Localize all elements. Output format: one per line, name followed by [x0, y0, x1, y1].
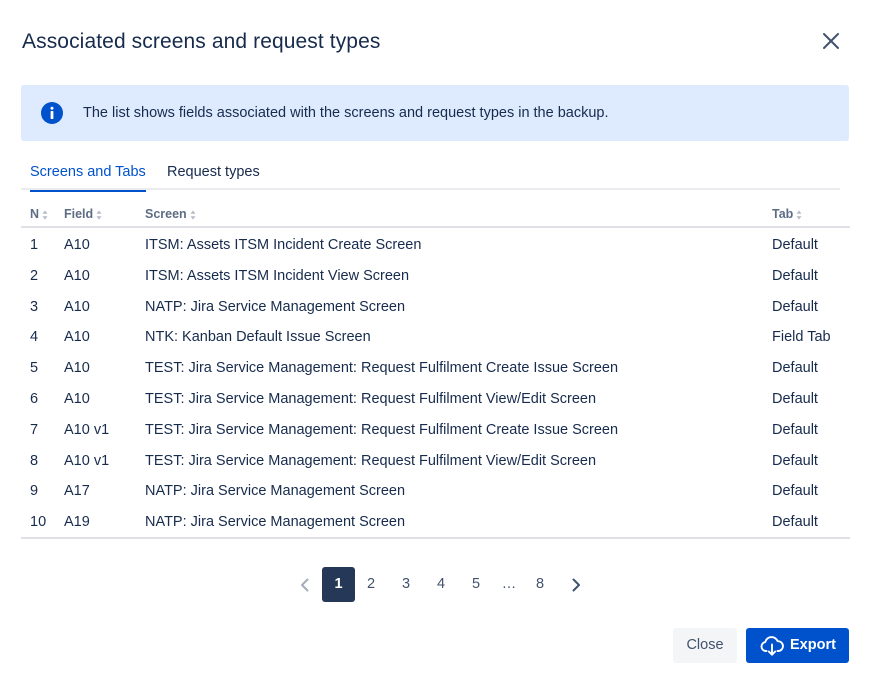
cloud-download-icon: [760, 636, 784, 656]
row-screen: NATP: Jira Service Management Screen: [145, 483, 406, 500]
row-tab: Default: [772, 514, 818, 531]
info-icon: [41, 102, 63, 124]
info-banner: The list shows fields associated with th…: [21, 85, 849, 141]
row-field: A19: [64, 514, 90, 531]
row-screen: NATP: Jira Service Management Screen: [145, 298, 406, 315]
dialog-title: Associated screens and request types: [22, 30, 381, 53]
export-button[interactable]: Export: [746, 628, 849, 663]
row-tab: Default: [772, 452, 818, 469]
row-number: 5: [30, 360, 39, 377]
table-row: 6 A10 TEST: Jira Service Management: Req…: [21, 383, 850, 414]
row-screen: NTK: Kanban Default Issue Screen: [145, 329, 371, 346]
close-icon[interactable]: [818, 28, 844, 54]
row-tab: Field Tab: [772, 329, 831, 346]
column-header-field[interactable]: Field: [64, 207, 102, 221]
row-field: A10: [64, 298, 90, 315]
chevron-left-icon[interactable]: [298, 577, 312, 593]
table-body: 1 A10 ITSM: Assets ITSM Incident Create …: [21, 228, 850, 539]
row-tab: Default: [772, 483, 818, 500]
table-row: 9 A17 NATP: Jira Service Management Scre…: [21, 475, 850, 506]
fields-table: N Field Screen Tab 1 A10 ITSM: Assets IT…: [21, 200, 850, 539]
page-4-button[interactable]: 4: [432, 567, 450, 602]
close-button[interactable]: Close: [673, 628, 737, 663]
info-text: The list shows fields associated with th…: [83, 105, 609, 121]
row-screen: TEST: Jira Service Management: Request F…: [145, 421, 619, 438]
row-field: A10: [64, 237, 90, 253]
row-number: 1: [30, 237, 39, 253]
row-number: 7: [30, 421, 39, 438]
page-1-button[interactable]: 1: [322, 567, 355, 602]
page-5-button[interactable]: 5: [467, 567, 485, 602]
row-number: 9: [30, 483, 39, 500]
table-row: 8 A10 v1 TEST: Jira Service Management: …: [21, 445, 850, 476]
table-row: 1 A10 ITSM: Assets ITSM Incident Create …: [21, 229, 850, 260]
row-screen: ITSM: Assets ITSM Incident View Screen: [145, 267, 410, 284]
sort-icon: [190, 210, 196, 220]
row-field: A10: [64, 360, 90, 377]
table-row: 4 A10 NTK: Kanban Default Issue Screen F…: [21, 321, 850, 352]
row-number: 10: [30, 514, 47, 531]
tab-request-types[interactable]: Request types: [167, 164, 260, 190]
row-number: 3: [30, 298, 39, 315]
row-field: A10: [64, 267, 90, 284]
table-row: 3 A10 NATP: Jira Service Management Scre…: [21, 291, 850, 322]
row-tab: Default: [772, 298, 818, 315]
row-number: 4: [30, 329, 39, 346]
row-number: 8: [30, 452, 39, 469]
row-number: 6: [30, 390, 39, 407]
page-ellipsis: …: [501, 576, 517, 592]
associated-screens-dialog: Associated screens and request types The…: [0, 0, 869, 688]
row-screen: ITSM: Assets ITSM Incident Create Screen: [145, 237, 422, 253]
row-screen: NATP: Jira Service Management Screen: [145, 514, 406, 531]
tab-screens-and-tabs[interactable]: Screens and Tabs: [30, 164, 146, 192]
row-tab: Default: [772, 421, 818, 438]
table-row: 2 A10 ITSM: Assets ITSM Incident View Sc…: [21, 260, 850, 291]
sort-icon: [96, 210, 102, 220]
row-field: A10: [64, 329, 90, 346]
table-header: N Field Screen Tab: [21, 200, 850, 228]
sort-icon: [796, 210, 802, 220]
column-header-screen[interactable]: Screen: [145, 207, 196, 221]
row-tab: Default: [772, 390, 818, 407]
chevron-right-icon[interactable]: [569, 577, 583, 593]
row-screen: TEST: Jira Service Management: Request F…: [145, 452, 597, 469]
column-header-n[interactable]: N: [30, 207, 48, 221]
page-2-button[interactable]: 2: [362, 567, 380, 602]
row-tab: Default: [772, 360, 818, 377]
table-row: 10 A19 NATP: Jira Service Management Scr…: [21, 506, 850, 537]
column-header-tab[interactable]: Tab: [772, 207, 802, 221]
tab-bar: Screens and Tabs Request types: [21, 160, 840, 192]
row-screen: TEST: Jira Service Management: Request F…: [145, 390, 597, 407]
row-field: A10 v1: [64, 421, 110, 438]
row-tab: Default: [772, 267, 818, 284]
row-number: 2: [30, 267, 39, 284]
table-row: 7 A10 v1 TEST: Jira Service Management: …: [21, 414, 850, 445]
row-field: A17: [64, 483, 90, 500]
page-3-button[interactable]: 3: [397, 567, 415, 602]
page-8-button[interactable]: 8: [531, 567, 549, 602]
row-screen: TEST: Jira Service Management: Request F…: [145, 360, 619, 377]
table-row: 5 A10 TEST: Jira Service Management: Req…: [21, 352, 850, 383]
row-field: A10: [64, 390, 90, 407]
export-button-label: Export: [790, 637, 836, 653]
sort-icon: [42, 210, 48, 220]
row-field: A10 v1: [64, 452, 110, 469]
row-tab: Default: [772, 237, 818, 253]
